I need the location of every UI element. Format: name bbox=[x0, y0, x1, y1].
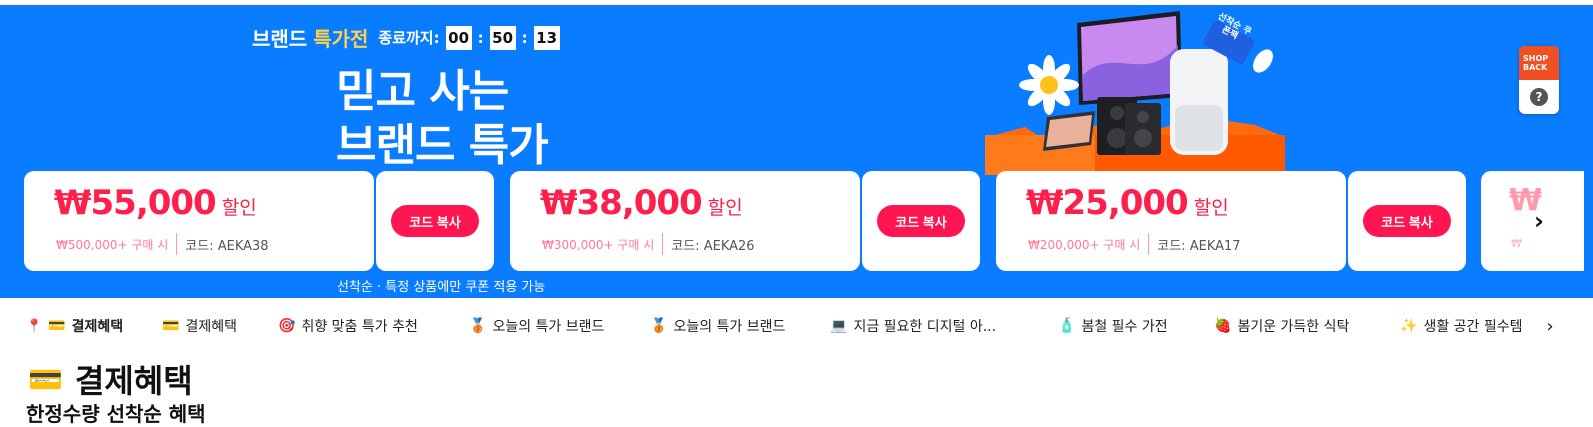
banner-headline-line2: 브랜드 특가 bbox=[336, 120, 549, 171]
sparkles-icon: ✨ bbox=[1400, 318, 1418, 334]
tab-recommended-deals[interactable]: 🎯 취향 맞춤 특가 추천 bbox=[278, 306, 418, 346]
tab-label: 결제혜택 bbox=[185, 319, 237, 335]
tab-digital[interactable]: 💻 지금 필요한 디지털 아... bbox=[830, 306, 996, 346]
tab-today-brand[interactable]: 🥉 오늘의 특가 브랜드 bbox=[469, 306, 604, 346]
divider bbox=[176, 233, 178, 255]
countdown-separator: : bbox=[521, 28, 528, 47]
tab-living-essentials[interactable]: ✨ 생활 공간 필수템 bbox=[1400, 306, 1523, 346]
carousel-next-button[interactable]: › bbox=[1524, 201, 1554, 241]
tab-label: 결제혜택 bbox=[71, 319, 124, 335]
tabs-next-chevron-icon[interactable]: › bbox=[1540, 306, 1560, 346]
tab-label: 취향 맞춤 특가 추천 bbox=[301, 319, 418, 335]
credit-card-icon: 💳 bbox=[162, 318, 180, 334]
coupon-unit: 할인 bbox=[707, 197, 743, 219]
coupon-carousel: ₩55,000 할인 ₩500,000+ 구매 시 코드: AEKA38 코드 … bbox=[24, 171, 1584, 271]
tab-label: 오늘의 특가 브랜드 bbox=[673, 319, 786, 335]
credit-card-icon: 💳 bbox=[28, 362, 63, 396]
promo-banner: 브랜드 특가전 종료까지: 00 : 50 : 13 믿고 사는 브랜드 특가 bbox=[0, 5, 1593, 298]
tab-label: 지금 필요한 디지털 아... bbox=[853, 319, 997, 335]
coupon-unit: 할인 bbox=[1193, 197, 1229, 219]
help-button[interactable]: ? bbox=[1519, 80, 1559, 114]
tab-spring-table[interactable]: 🍓 봄기운 가득한 식탁 bbox=[1214, 306, 1349, 346]
section-subtitle: 한정수량 선착순 혜택 bbox=[26, 402, 206, 426]
brand-label: 브랜드 bbox=[252, 27, 308, 51]
shopback-logo[interactable]: SHOP BACK bbox=[1519, 46, 1559, 80]
tab-label: 생활 공간 필수템 bbox=[1423, 319, 1523, 335]
section-heading: 💳 결제혜택 bbox=[28, 356, 193, 402]
coupon-code: 코드: AEKA38 bbox=[185, 238, 269, 254]
coupon-code: 코드: AEKA26 bbox=[671, 238, 755, 254]
coupon-code: 코드: AEKA17 bbox=[1157, 238, 1241, 254]
tab-spring-appliances[interactable]: 🧴 봄철 필수 가전 bbox=[1058, 306, 1168, 346]
countdown-separator: : bbox=[477, 28, 484, 47]
coupon-amount: ₩25,000 bbox=[1026, 183, 1189, 223]
laptop-icon: 💻 bbox=[830, 318, 848, 334]
tab-today-brand-2[interactable]: 🥉 오늘의 특가 브랜드 bbox=[650, 306, 785, 346]
strawberry-icon: 🍓 bbox=[1214, 318, 1232, 334]
banner-topline: 브랜드 특가전 종료까지: 00 : 50 : 13 bbox=[252, 23, 560, 52]
tab-payment-benefit-active[interactable]: 📍 💳 결제혜택 bbox=[26, 306, 123, 346]
category-tabs: 📍 💳 결제혜택 💳 결제혜택 🎯 취향 맞춤 특가 추천 🥉 오늘의 특가 브… bbox=[0, 306, 1593, 346]
tab-label: 봄철 필수 가전 bbox=[1081, 319, 1168, 335]
shopback-widget[interactable]: SHOP BACK ? bbox=[1519, 46, 1559, 114]
coupon-copy-area: 코드 복사 bbox=[1348, 171, 1466, 271]
tab-label: 오늘의 특가 브랜드 bbox=[492, 319, 605, 335]
coupon-min-purchase: ₩200,000+ 구매 시 bbox=[1028, 237, 1141, 252]
medal-icon: 🥉 bbox=[650, 318, 668, 334]
coupon-card: ₩25,000 할인 ₩200,000+ 구매 시 코드: AEKA17 bbox=[996, 171, 1346, 271]
tab-payment-benefit[interactable]: 💳 결제혜택 bbox=[162, 306, 237, 346]
appliance-icon: 🧴 bbox=[1058, 318, 1076, 334]
coupon-unit: 할인 bbox=[221, 197, 257, 219]
coupon-copy-area: 코드 복사 bbox=[862, 171, 980, 271]
divider bbox=[1148, 233, 1150, 255]
copy-code-button[interactable]: 코드 복사 bbox=[877, 205, 965, 237]
copy-code-button[interactable]: 코드 복사 bbox=[1363, 205, 1451, 237]
credit-card-icon: 💳 bbox=[48, 318, 66, 334]
section-title: 결제혜택 bbox=[74, 362, 193, 400]
countdown-minutes: 50 bbox=[489, 25, 516, 50]
coupon-card: ₩55,000 할인 ₩500,000+ 구매 시 코드: AEKA38 bbox=[24, 171, 374, 271]
coupon-note: 선착순 · 특정 상품에만 쿠폰 적용 가능 bbox=[337, 280, 546, 295]
brand-accent-label: 특가전 bbox=[313, 27, 369, 51]
countdown-seconds: 13 bbox=[533, 25, 560, 50]
copy-code-button[interactable]: 코드 복사 bbox=[391, 205, 479, 237]
coupon-min-purchase: ₩ bbox=[1511, 237, 1522, 250]
coupon-copy-area: 코드 복사 bbox=[376, 171, 494, 271]
coupon-amount: ₩38,000 bbox=[540, 183, 703, 223]
divider bbox=[662, 233, 664, 255]
location-pin-icon: 📍 bbox=[26, 318, 43, 334]
coupon-min-purchase: ₩300,000+ 구매 시 bbox=[542, 237, 655, 252]
countdown-label: 종료까지: bbox=[378, 29, 440, 47]
coupon-amount: ₩55,000 bbox=[54, 183, 217, 223]
target-icon: 🎯 bbox=[278, 318, 296, 334]
help-icon: ? bbox=[1530, 88, 1548, 106]
coupon-min-purchase: ₩500,000+ 구매 시 bbox=[56, 237, 169, 252]
medal-icon: 🥉 bbox=[469, 318, 487, 334]
countdown-hours: 00 bbox=[445, 25, 472, 50]
coupon-card: ₩38,000 할인 ₩300,000+ 구매 시 코드: AEKA26 bbox=[510, 171, 860, 271]
tab-label: 봄기운 가득한 식탁 bbox=[1237, 319, 1350, 335]
